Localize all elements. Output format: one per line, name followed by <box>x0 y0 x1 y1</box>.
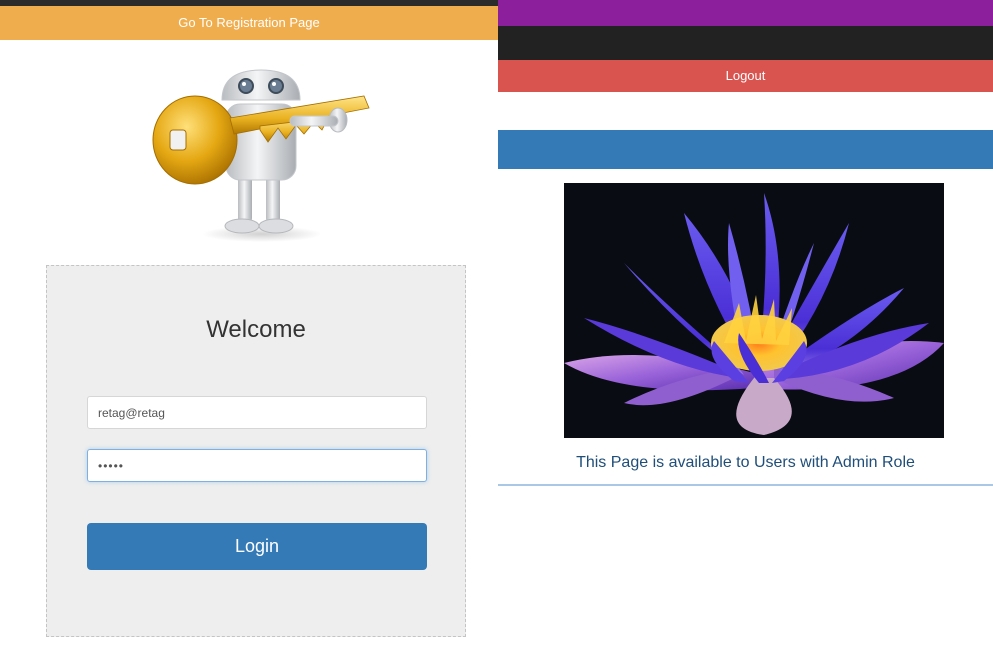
blue-header-band <box>498 130 993 169</box>
robot-holding-key-icon <box>152 69 370 242</box>
admin-role-message: This Page is available to Users with Adm… <box>576 454 915 471</box>
dark-navbar <box>498 26 993 60</box>
purple-header-bar <box>498 0 993 26</box>
lotus-flower-photo <box>564 183 944 438</box>
divider <box>498 484 993 486</box>
email-field[interactable] <box>87 396 427 429</box>
login-form-card: Welcome Login <box>46 265 466 637</box>
screenshot-root: Go To Registration Page Welcome retag@re… <box>0 0 993 648</box>
login-screen: Go To Registration Page Welcome retag@re… <box>0 0 498 648</box>
login-button[interactable]: Login <box>87 523 427 570</box>
admin-screen: Logout This Page is available to Users w… <box>498 0 993 648</box>
welcome-heading: Welcome <box>206 316 306 343</box>
registration-page-link[interactable]: Go To Registration Page <box>0 6 498 40</box>
password-field[interactable] <box>87 449 427 482</box>
logout-button[interactable]: Logout <box>498 60 993 92</box>
